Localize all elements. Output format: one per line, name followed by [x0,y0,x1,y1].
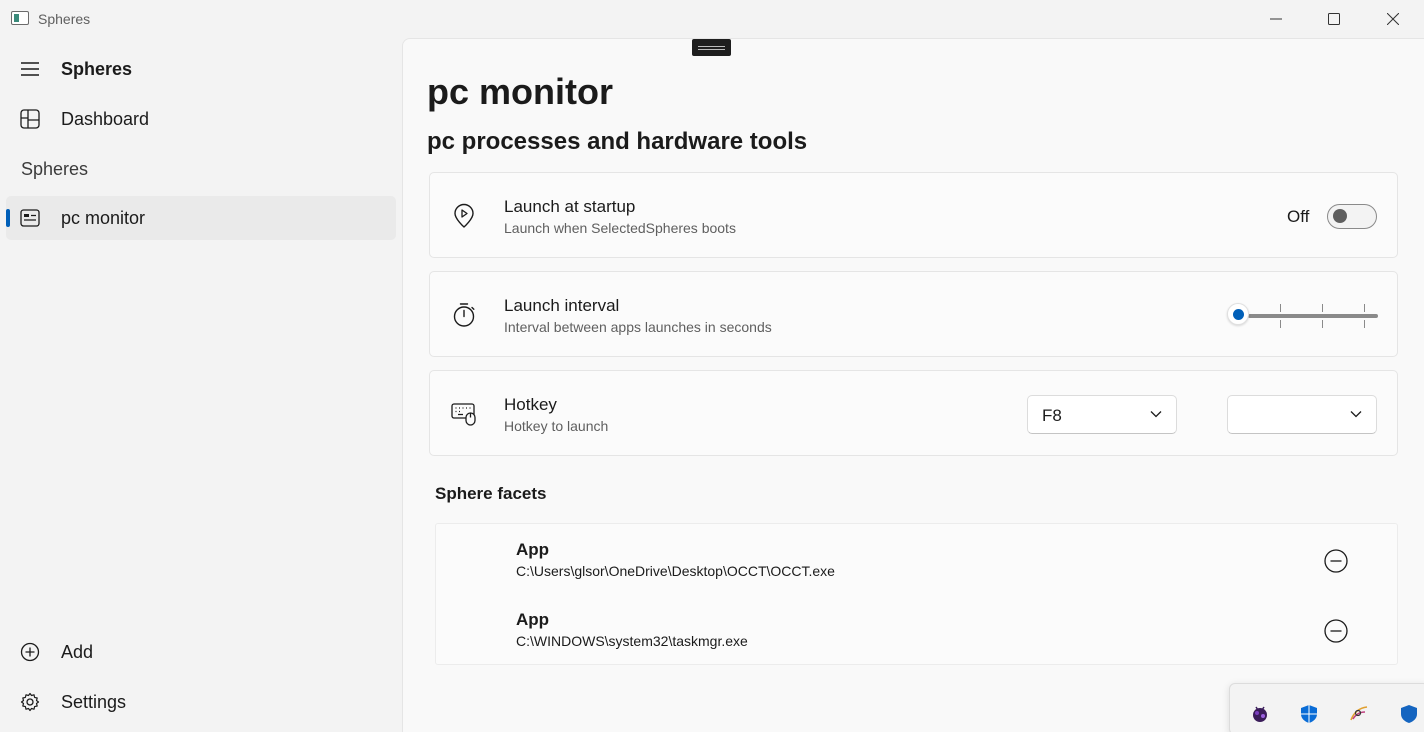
hotkey-key-dropdown[interactable]: F8 [1027,395,1177,434]
chevron-down-icon [1350,411,1362,418]
facet-path: C:\Users\glsor\OneDrive\Desktop\OCCT\OCC… [516,563,835,579]
purple-app-icon[interactable] [1250,704,1270,724]
menu-toggle[interactable]: Spheres [6,47,396,91]
timer-icon [453,303,475,327]
launch-icon [454,203,474,228]
sidebar-item-label: Dashboard [61,109,150,129]
launch-interval-slider[interactable] [1227,302,1378,328]
sidebar: Spheres Dashboard Spheres pc monitor Add… [0,38,402,732]
list-item: App C:\WINDOWS\system32\taskmgr.exe [436,594,1399,664]
page-title: pc monitor [427,71,613,112]
launch-startup-toggle[interactable] [1327,204,1377,229]
facet-type: App [516,610,550,629]
minimize-button[interactable] [1247,0,1305,38]
color-picker-icon[interactable] [1349,704,1369,724]
app-icon [11,11,29,25]
sidebar-item-label: Add [61,642,94,662]
facets-list: App C:\Users\glsor\OneDrive\Desktop\OCCT… [435,523,1398,665]
security-icon[interactable] [1399,704,1419,724]
slider-track [1248,314,1378,318]
title-bar: Spheres [0,0,1424,38]
slider-tick [1280,304,1281,312]
sphere-icon [20,209,40,227]
slider-tick [1364,320,1365,328]
sidebar-item-label: pc monitor [61,208,146,228]
gear-icon [20,692,40,712]
maximize-icon [1328,13,1340,25]
close-icon [1387,13,1399,25]
sidebar-section-header: Spheres [21,159,89,179]
sidebar-item-add[interactable]: Add [6,630,396,674]
hamburger-icon [21,62,39,76]
launch-interval-description: Interval between apps launches in second… [504,319,772,335]
shield-icon[interactable] [1299,704,1319,724]
app-title: Spheres [61,59,133,79]
hotkey-card: Hotkey Hotkey to launch F8 [429,370,1398,456]
list-item: App C:\Users\glsor\OneDrive\Desktop\OCCT… [436,524,1399,594]
slider-tick [1322,320,1323,328]
sidebar-item-label: Settings [61,692,127,712]
sidebar-item-settings[interactable]: Settings [6,680,396,724]
slider-tick [1280,320,1281,328]
slider-tick [1364,304,1365,312]
add-icon [20,642,40,662]
facet-path: C:\WINDOWS\system32\taskmgr.exe [516,633,748,649]
slider-thumb[interactable] [1227,303,1249,325]
remove-facet-button[interactable] [1324,619,1348,643]
hotkey-description: Hotkey to launch [504,418,609,434]
window-title: Spheres [38,11,91,27]
hotkey-modifier-dropdown[interactable] [1227,395,1377,434]
launch-startup-title: Launch at startup [504,197,636,216]
dashboard-icon [20,109,40,129]
launch-interval-card: Launch interval Interval between apps la… [429,271,1398,357]
facet-type: App [516,540,550,559]
sidebar-item-pc-monitor[interactable]: pc monitor [6,196,396,240]
launch-startup-card: Launch at startup Launch when SelectedSp… [429,172,1398,258]
keyboard-mouse-icon [451,403,476,426]
toggle-state-label: Off [1287,207,1310,226]
system-tray-flyout [1229,683,1424,732]
facets-section-title: Sphere facets [435,484,547,503]
page-subtitle: pc processes and hardware tools [427,128,808,155]
dropdown-value: F8 [1042,406,1062,425]
toggle-knob [1333,209,1347,223]
slider-tick [1322,304,1323,312]
sidebar-item-dashboard[interactable]: Dashboard [6,97,396,141]
launch-interval-title: Launch interval [504,296,620,315]
main-content: pc monitor pc processes and hardware too… [402,38,1424,732]
drag-handle[interactable] [692,39,731,56]
close-button[interactable] [1364,0,1422,38]
minimize-icon [1270,18,1282,20]
maximize-button[interactable] [1305,0,1363,38]
remove-facet-button[interactable] [1324,549,1348,573]
chevron-down-icon [1150,411,1162,418]
launch-startup-description: Launch when SelectedSpheres boots [504,220,736,236]
hotkey-title: Hotkey [504,395,557,414]
